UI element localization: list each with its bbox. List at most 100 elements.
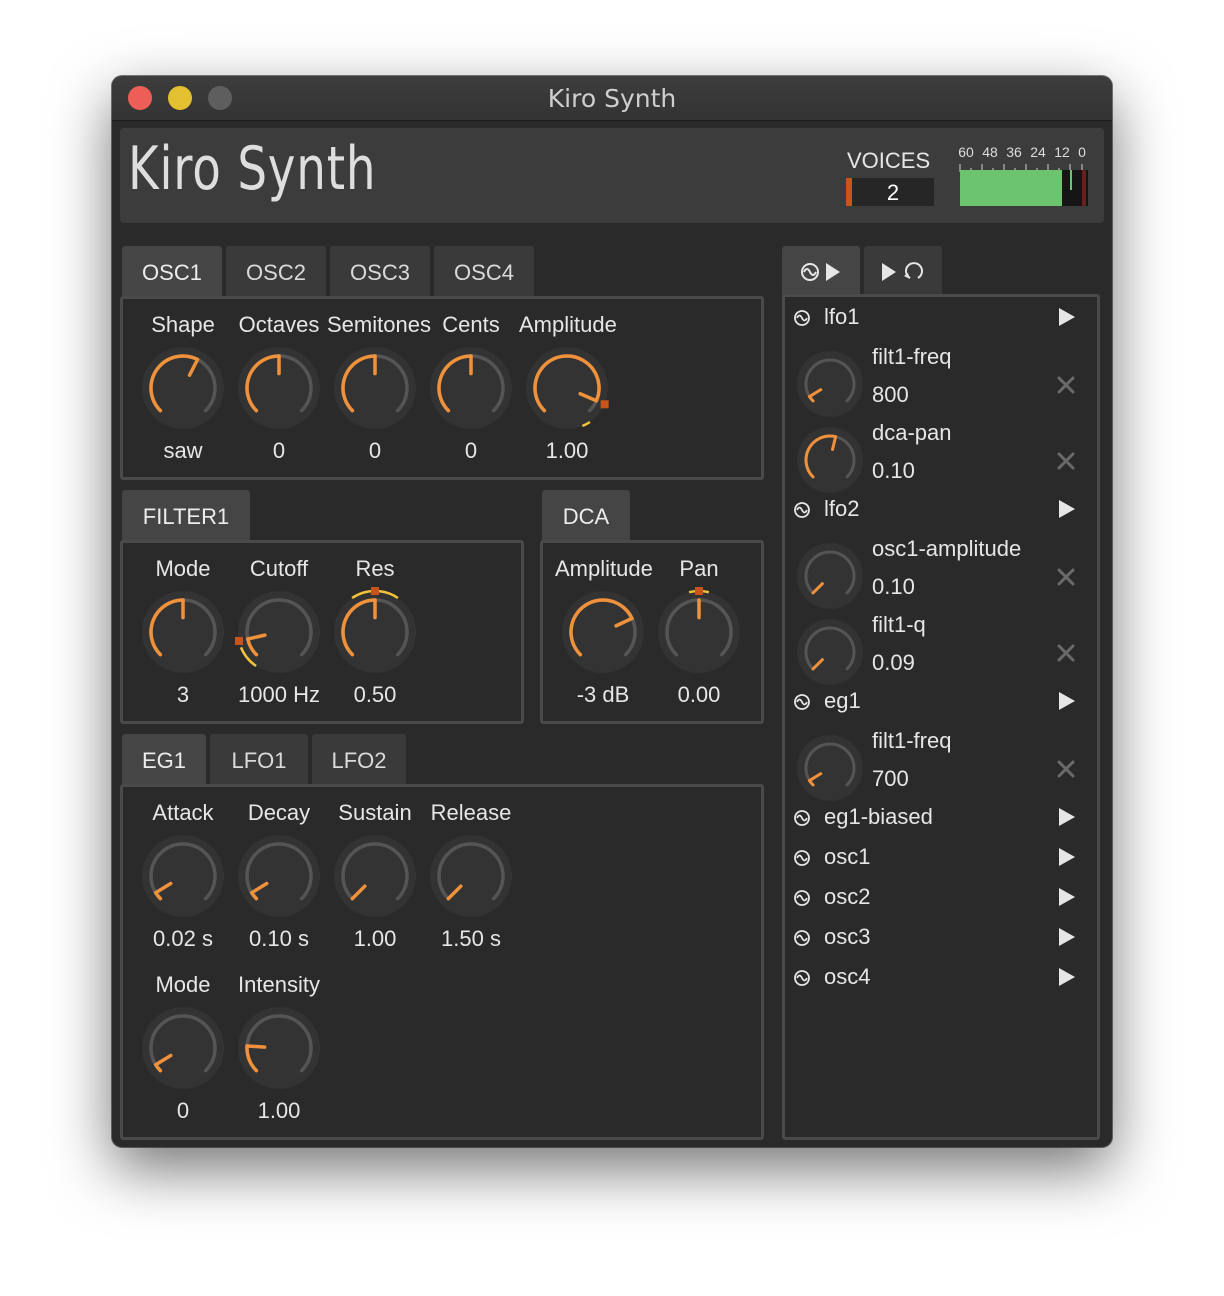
eg1-release-label: Release (430, 800, 512, 825)
remove-icon[interactable] (1057, 452, 1075, 470)
wave-icon (794, 930, 810, 946)
target-filt1-freq: filt1-freq (872, 728, 952, 753)
tab-eg1[interactable]: EG1 (122, 734, 206, 784)
meter-peak (1070, 170, 1072, 190)
eg1-sustain-knob[interactable] (329, 830, 421, 922)
play-icon[interactable] (1058, 499, 1076, 519)
target-dca-pan: dca-pan (872, 420, 952, 445)
target-filt1-q: filt1-q (872, 612, 926, 637)
target-dca-pan-value: 0.10 (872, 458, 915, 483)
osc1-amplitude-knob[interactable] (521, 342, 613, 434)
play-icon[interactable] (1058, 691, 1076, 711)
eg1-attack-value: 0.02 s (153, 926, 213, 951)
remove-icon[interactable] (1057, 644, 1075, 662)
synth-window: Kiro Synth Kiro Synth VOICES 2 FILTER1 D… (112, 76, 1112, 1147)
filter-res-label: Res (355, 556, 395, 581)
dca-pan-value: 0.00 (677, 682, 721, 707)
play-icon[interactable] (1058, 807, 1076, 827)
play-icon[interactable] (1058, 887, 1076, 907)
eg1-decay-value: 0.10 s (249, 926, 309, 951)
eg1-attack-label: Attack (152, 800, 214, 825)
eg1-release-value: 1.50 s (441, 926, 501, 951)
filter-cutoff-knob[interactable] (233, 586, 325, 678)
voices-value: 2 (886, 180, 900, 205)
remove-icon[interactable] (1057, 760, 1075, 778)
filter-cutoff-label: Cutoff (249, 556, 309, 581)
output-level-meter (960, 170, 1088, 206)
osc1-octaves-knob[interactable] (233, 342, 325, 434)
eg1-b-intensity-label: Intensity (238, 972, 320, 997)
osc1-shape-knob[interactable] (137, 342, 229, 434)
wave-play-icon (801, 263, 840, 281)
source-osc2: osc2 (824, 884, 871, 909)
voices-label: VOICES (847, 148, 931, 173)
tab-lfo1[interactable]: LFO1 (210, 734, 308, 784)
meter-scale-label: 48 (982, 144, 998, 160)
tab-targets[interactable] (864, 246, 942, 296)
eg1-sustain-value: 1.00 (353, 926, 397, 951)
play-icon[interactable] (1058, 307, 1076, 327)
filter-mode-value: 3 (176, 682, 190, 707)
tab-osc4[interactable]: OSC4 (434, 246, 534, 296)
wave-icon (794, 970, 810, 986)
tab-sources[interactable] (782, 246, 860, 296)
meter-scale-label: 36 (1006, 144, 1022, 160)
wave-icon (794, 694, 810, 710)
play-icon[interactable] (1058, 967, 1076, 987)
meter-scale-label: 12 (1054, 144, 1070, 160)
eg1-release-knob[interactable] (425, 830, 517, 922)
eg1-decay-label: Decay (247, 800, 311, 825)
source-lfo2: lfo2 (824, 496, 860, 521)
osc1-octaves-label: Octaves (238, 312, 320, 337)
remove-icon[interactable] (1057, 376, 1075, 394)
mod-amount-filt1-freq-knob[interactable] (795, 349, 865, 419)
eg1-b-mode-knob[interactable] (137, 1002, 229, 1094)
tab-dca[interactable]: DCA (542, 490, 630, 540)
source-eg1-biased: eg1-biased (824, 804, 933, 829)
mod-amount-filt1-freq-knob[interactable] (795, 733, 865, 803)
target-osc1-amplitude: osc1-amplitude (872, 536, 1022, 561)
eg1-decay-knob[interactable] (233, 830, 325, 922)
tab-lfo2[interactable]: LFO2 (312, 734, 406, 784)
target-filt1-freq: filt1-freq (872, 344, 952, 369)
play-icon[interactable] (1058, 927, 1076, 947)
dca-amplitude-knob[interactable] (557, 586, 649, 678)
tab-filter1[interactable]: FILTER1 (122, 490, 250, 540)
meter-clip (1082, 170, 1086, 206)
target-osc1-amplitude-value: 0.10 (872, 574, 915, 599)
mod-amount-osc1-amplitude-knob[interactable] (795, 541, 865, 611)
osc1-amplitude-label: Amplitude (519, 312, 617, 337)
remove-icon[interactable] (1057, 568, 1075, 586)
target-filt1-freq-value: 700 (872, 766, 909, 791)
filter-res-value: 0.50 (353, 682, 397, 707)
dca-pan-knob[interactable] (653, 586, 745, 678)
osc1-semitones-knob[interactable] (329, 342, 421, 434)
target-filt1-freq-value: 800 (872, 382, 909, 407)
osc1-shape-label: Shape (151, 312, 215, 337)
filter-res-knob[interactable] (329, 586, 421, 678)
tab-osc3[interactable]: OSC3 (330, 246, 430, 296)
eg1-attack-knob[interactable] (137, 830, 229, 922)
eg1-b-mode-label: Mode (155, 972, 211, 997)
tab-osc1[interactable]: OSC1 (122, 246, 222, 296)
source-eg1: eg1 (824, 688, 861, 713)
osc1-cents-value: 0 (464, 438, 478, 463)
play-icon[interactable] (1058, 847, 1076, 867)
source-osc3: osc3 (824, 924, 871, 949)
dca-amplitude-label: Amplitude (555, 556, 653, 581)
eg1-b-intensity-knob[interactable] (233, 1002, 325, 1094)
logo: Kiro Synth (128, 134, 377, 204)
wave-icon (794, 310, 810, 326)
osc1-cents-label: Cents (442, 312, 500, 337)
tab-osc2[interactable]: OSC2 (226, 246, 326, 296)
filter-mode-knob[interactable] (137, 586, 229, 678)
source-osc4: osc4 (824, 964, 871, 989)
mod-amount-filt1-q-knob[interactable] (795, 617, 865, 687)
osc1-semitones-label: Semitones (327, 312, 431, 337)
osc1-cents-knob[interactable] (425, 342, 517, 434)
osc1-amplitude-value: 1.00 (545, 438, 589, 463)
mod-amount-dca-pan-knob[interactable] (795, 425, 865, 495)
target-filt1-q-value: 0.09 (872, 650, 915, 675)
eg1-sustain-label: Sustain (338, 800, 412, 825)
title-bar: Kiro Synth (112, 76, 1112, 121)
